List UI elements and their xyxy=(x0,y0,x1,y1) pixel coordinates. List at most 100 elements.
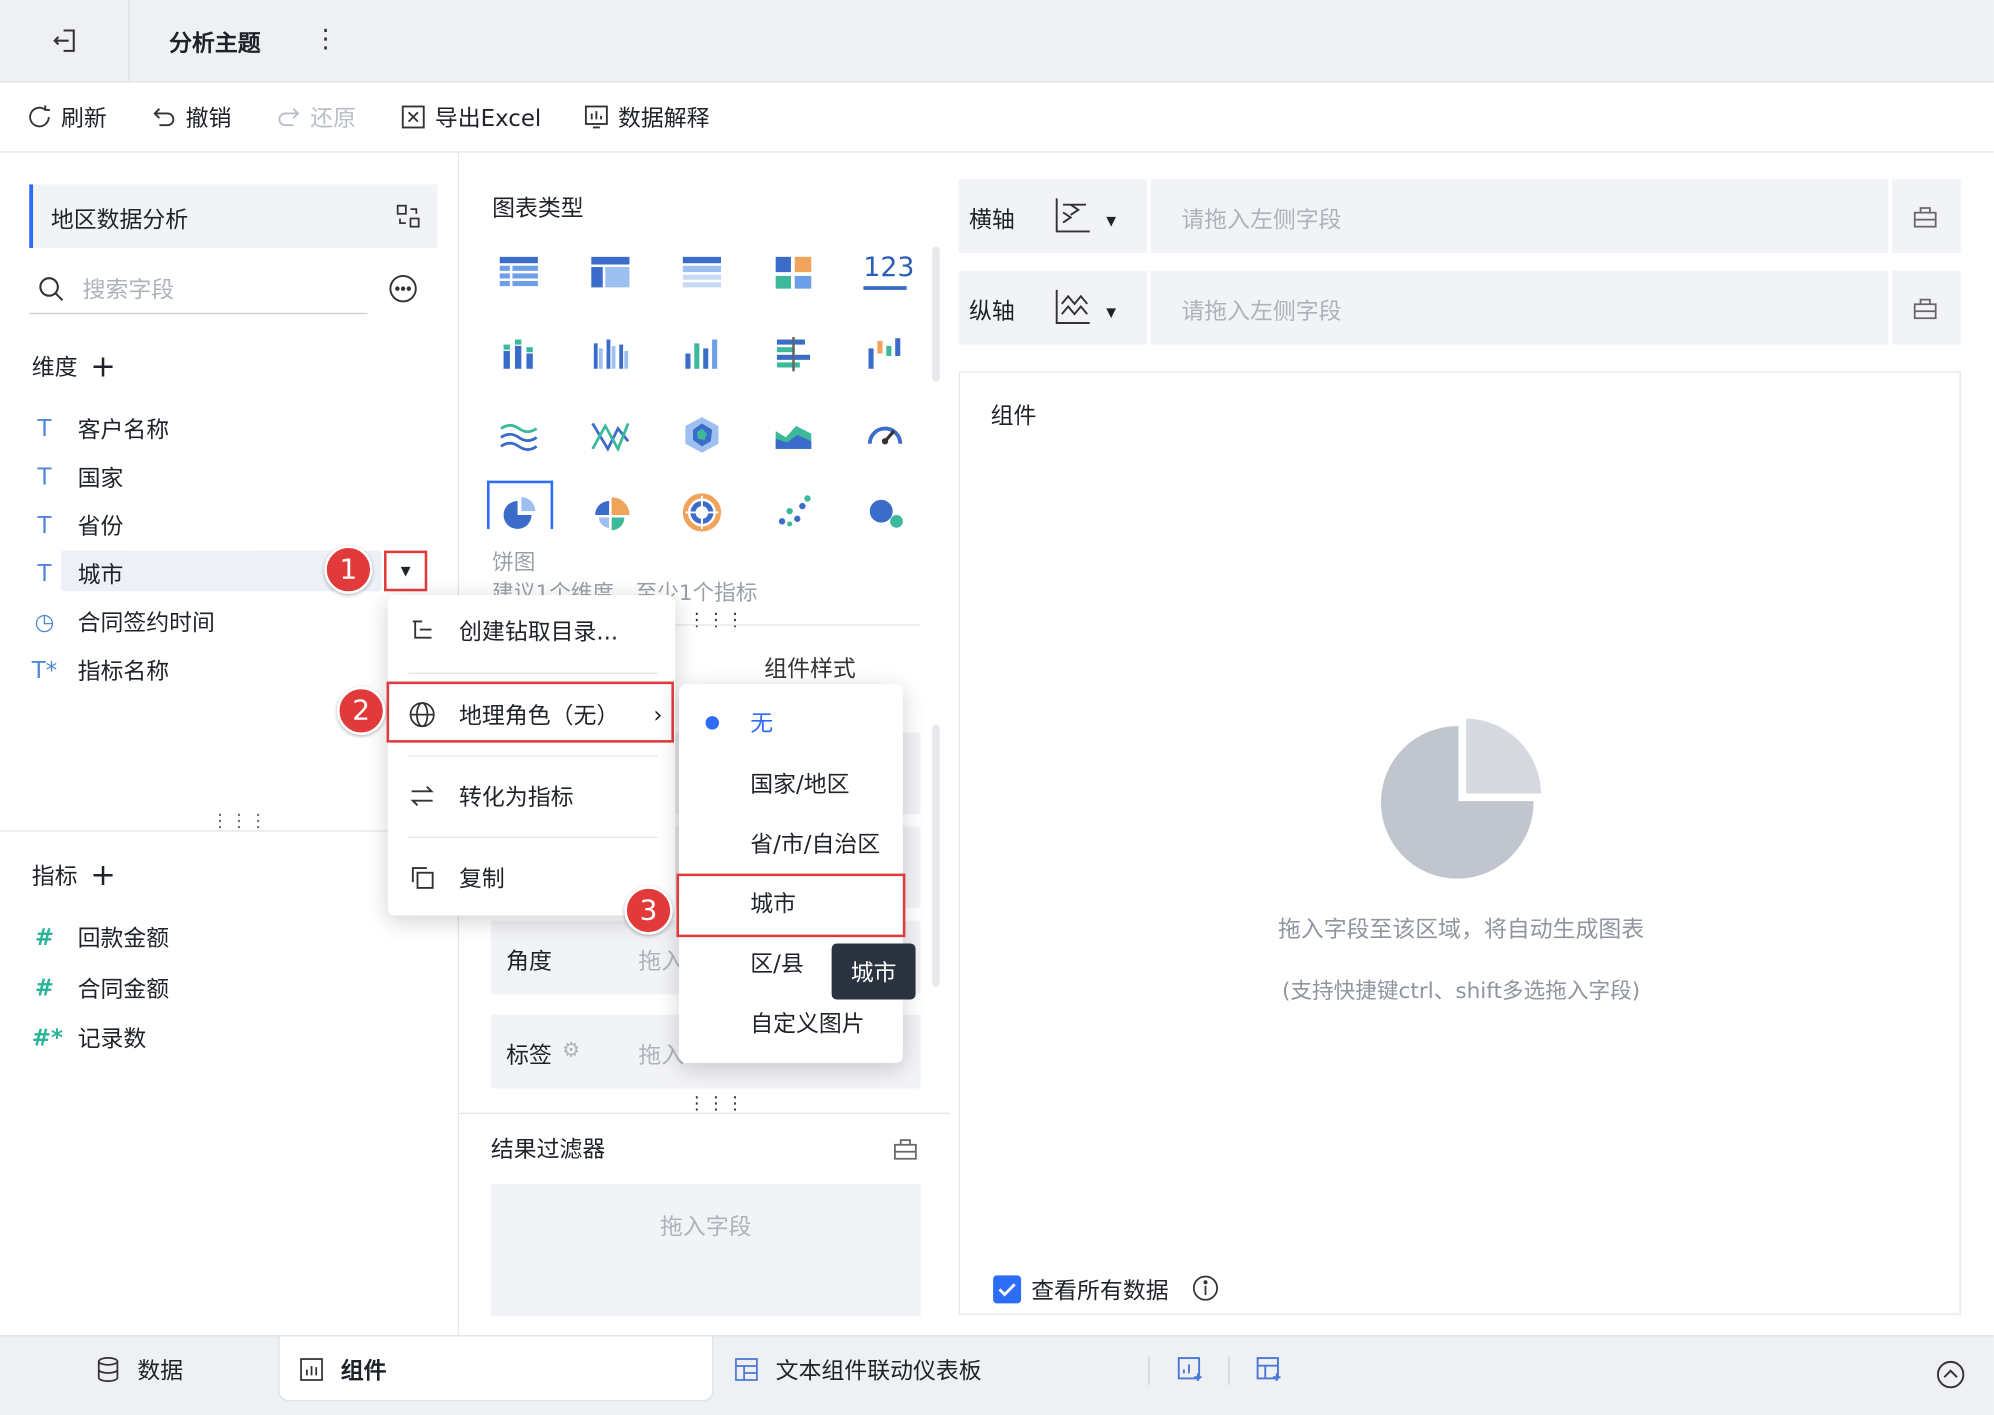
dropzone-placeholder: 拖入 xyxy=(638,1042,685,1070)
measure-field[interactable]: # 合同金额 xyxy=(32,972,169,1005)
tab-data[interactable]: 数据 xyxy=(94,1353,183,1386)
line-chart-icon[interactable] xyxy=(497,413,540,456)
divider xyxy=(459,1112,950,1114)
x-axis-dropzone[interactable]: 请拖入左侧字段 xyxy=(1150,179,1889,254)
kpi-number-icon[interactable]: 123 xyxy=(863,252,914,290)
caret-down-icon: ▼ xyxy=(400,563,411,578)
y-axis-dropzone[interactable]: 请拖入左侧字段 xyxy=(1150,270,1889,345)
dimensions-title: 维度 xyxy=(31,354,78,382)
resize-handle[interactable]: ⋮⋮⋮ xyxy=(211,811,268,831)
horizontal-bar-icon[interactable] xyxy=(772,333,815,376)
search-input[interactable] xyxy=(80,269,365,311)
x-axis-row: 横轴 ▼ 请拖入左侧字段 xyxy=(958,179,1961,254)
y-axis-filter-button[interactable] xyxy=(1892,270,1961,345)
dimension-field[interactable]: T 客户名称 xyxy=(32,412,170,445)
tab-dashboard[interactable]: 文本组件联动仪表板 xyxy=(732,1353,982,1386)
search-icon xyxy=(39,277,64,302)
resize-handle[interactable]: ⋮⋮⋮ xyxy=(688,610,745,630)
gauge-chart-icon[interactable] xyxy=(863,413,906,456)
field-label: 城市 xyxy=(77,562,124,589)
number-type-icon: # xyxy=(34,923,55,951)
card-chart-icon[interactable] xyxy=(772,252,815,295)
add-dimension-icon[interactable]: + xyxy=(90,351,116,382)
radar-chart-icon[interactable] xyxy=(680,413,723,456)
dropzone-placeholder: 拖入 xyxy=(638,948,685,976)
measure-field[interactable]: #* 记录数 xyxy=(32,1021,146,1054)
redo-button[interactable]: 还原 xyxy=(275,100,356,133)
export-excel-button[interactable]: 导出Excel xyxy=(399,100,541,133)
tab-component[interactable]: 组件 xyxy=(298,1353,387,1386)
more-icon[interactable]: ⋮ xyxy=(313,23,338,54)
filter-lock-icon[interactable] xyxy=(891,1134,919,1162)
bar-chart-icon[interactable] xyxy=(680,333,723,376)
submenu-item-country[interactable]: 国家/地区 xyxy=(679,755,903,811)
explain-icon xyxy=(584,105,608,129)
submenu-item-province[interactable]: 省/市/自治区 xyxy=(679,815,903,871)
text-type-icon: T xyxy=(37,511,52,539)
dimension-field[interactable]: T 省份 xyxy=(32,509,124,542)
add-component-icon[interactable] xyxy=(1175,1354,1206,1385)
measure-field[interactable]: # 回款金额 xyxy=(32,921,169,954)
calculated-text-icon: T* xyxy=(31,656,58,684)
grouped-bar-icon[interactable] xyxy=(589,333,632,376)
exit-icon[interactable] xyxy=(51,25,82,56)
caret-down-icon[interactable]: ▼ xyxy=(1106,306,1116,320)
text-type-icon: T xyxy=(37,463,52,491)
add-measure-icon[interactable]: + xyxy=(90,860,116,891)
view-all-checkbox[interactable] xyxy=(993,1275,1022,1304)
empty-hint: 拖入字段至该区域，将自动生成图表 xyxy=(1277,916,1645,944)
bubble-chart-icon[interactable] xyxy=(863,491,906,534)
menu-item-convert-measure[interactable]: 转化为指标 xyxy=(388,768,675,824)
info-icon[interactable] xyxy=(1191,1274,1219,1302)
resize-handle[interactable]: ⋮⋮⋮ xyxy=(688,1094,745,1114)
field-label: 回款金额 xyxy=(77,925,170,953)
redo-icon xyxy=(278,108,300,127)
tab-label: 数据 xyxy=(137,1358,184,1385)
rose-chart-icon[interactable] xyxy=(589,491,632,534)
view-all-label: 查看所有数据 xyxy=(1031,1277,1169,1305)
result-filter-title: 结果过滤器 xyxy=(490,1136,606,1164)
page-title: 分析主题 xyxy=(169,30,261,58)
scrollbar[interactable] xyxy=(932,246,940,382)
submenu-item-custom-image[interactable]: 自定义图片 xyxy=(679,994,903,1050)
undo-button[interactable]: 撤销 xyxy=(150,100,231,133)
refresh-label: 刷新 xyxy=(61,105,107,133)
caret-down-icon[interactable]: ▼ xyxy=(1106,215,1116,229)
multi-line-icon[interactable] xyxy=(589,413,632,456)
more-options-icon[interactable] xyxy=(388,273,419,304)
divider xyxy=(670,624,920,626)
field-context-menu: 创建钻取目录... 地理角色（无） › 转化为指标 复制 xyxy=(387,595,676,916)
sunburst-chart-icon[interactable] xyxy=(680,491,723,534)
chevron-up-icon[interactable] xyxy=(1935,1359,1966,1390)
dimension-field-city[interactable]: T 城市 xyxy=(32,557,124,590)
cross-table-icon[interactable] xyxy=(589,252,632,295)
field-dropdown-button[interactable]: ▼ xyxy=(384,550,428,592)
chart-canvas[interactable]: 组件 拖入字段至该区域，将自动生成图表 (支持快捷键ctrl、shift多选拖入… xyxy=(958,371,1961,1315)
switch-dataset-icon[interactable] xyxy=(394,202,422,230)
dimension-field[interactable]: ◷ 合同签约时间 xyxy=(32,605,215,638)
x-axis-filter-button[interactable] xyxy=(1892,179,1961,254)
stacked-bar-icon[interactable] xyxy=(497,333,540,376)
menu-item-create-drill[interactable]: 创建钻取目录... xyxy=(388,603,675,659)
date-type-icon: ◷ xyxy=(34,608,55,636)
settings-icon[interactable]: ⚙ xyxy=(562,1038,580,1062)
add-dashboard-icon[interactable] xyxy=(1254,1354,1285,1385)
result-filter-dropzone[interactable]: 拖入字段 xyxy=(490,1183,921,1317)
dimension-field[interactable]: T* 指标名称 xyxy=(32,654,169,687)
detail-table-icon[interactable] xyxy=(680,252,723,295)
table-chart-icon[interactable] xyxy=(497,252,540,295)
dimension-field[interactable]: T 国家 xyxy=(32,460,124,493)
y-axis-type-icon[interactable] xyxy=(1053,286,1094,327)
submenu-item-none[interactable]: ● 无 xyxy=(679,694,903,750)
area-chart-icon[interactable] xyxy=(772,413,815,456)
data-explain-button[interactable]: 数据解释 xyxy=(582,100,710,133)
scatter-chart-icon[interactable] xyxy=(772,491,815,534)
refresh-button[interactable]: 刷新 xyxy=(25,100,107,133)
dataset-selector[interactable]: 地区数据分析 xyxy=(29,184,438,248)
divider xyxy=(1228,1356,1230,1385)
scrollbar[interactable] xyxy=(932,724,940,987)
x-axis-type-icon[interactable] xyxy=(1053,195,1094,236)
selected-chart-outline xyxy=(487,480,554,529)
tab-component-style[interactable]: 组件样式 xyxy=(764,651,856,684)
waterfall-chart-icon[interactable] xyxy=(863,333,906,376)
